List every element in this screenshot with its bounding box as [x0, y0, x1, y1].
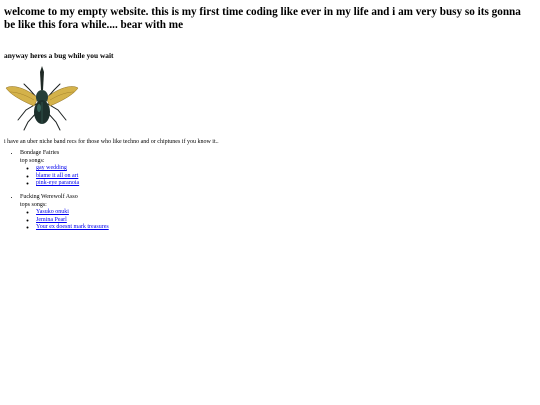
page-heading: welcome to my empty website. this is my …: [4, 6, 521, 31]
page: welcome to my empty website. this is my …: [0, 0, 540, 232]
song-link[interactable]: blame it all on art: [36, 173, 78, 179]
song-link[interactable]: Jemina Pearl: [36, 217, 67, 223]
song-list: Yasuko onuki Jemina Pearl Your ex doesnt…: [20, 209, 536, 232]
song-link[interactable]: Your ex doesnt mark treasures: [36, 224, 109, 230]
list-item: Your ex doesnt mark treasures: [36, 224, 536, 232]
list-item: Bondage Fairies top songs: gay wedding b…: [20, 150, 536, 188]
list-item: blame it all on art: [36, 173, 536, 181]
songs-label: top songs:: [20, 157, 45, 164]
band-list: Bondage Fairies top songs: gay wedding b…: [4, 150, 536, 232]
band-recs-intro: i have an uber niche band recs for those…: [4, 139, 219, 145]
band-name: Bondage Fairies: [20, 150, 60, 156]
list-item: Fucking Werewolf Asso tops songs: Yasuko…: [20, 194, 536, 232]
song-link[interactable]: gay wedding: [36, 165, 67, 171]
song-link[interactable]: Yasuko onuki: [36, 209, 69, 215]
song-list: gay wedding blame it all on art pink-eye…: [20, 165, 536, 188]
list-item: Yasuko onuki: [36, 209, 536, 217]
songs-label: tops songs:: [20, 201, 47, 208]
list-item: gay wedding: [36, 165, 536, 173]
list-item: Jemina Pearl: [36, 217, 536, 225]
list-item: pink-eye paranoia: [36, 180, 536, 188]
band-name: Fucking Werewolf Asso: [20, 193, 78, 200]
rhinoceros-beetle-icon: [5, 66, 79, 131]
song-link[interactable]: pink-eye paranoia: [36, 180, 79, 186]
bug-subheading: anyway heres a bug while you wait: [4, 51, 114, 60]
